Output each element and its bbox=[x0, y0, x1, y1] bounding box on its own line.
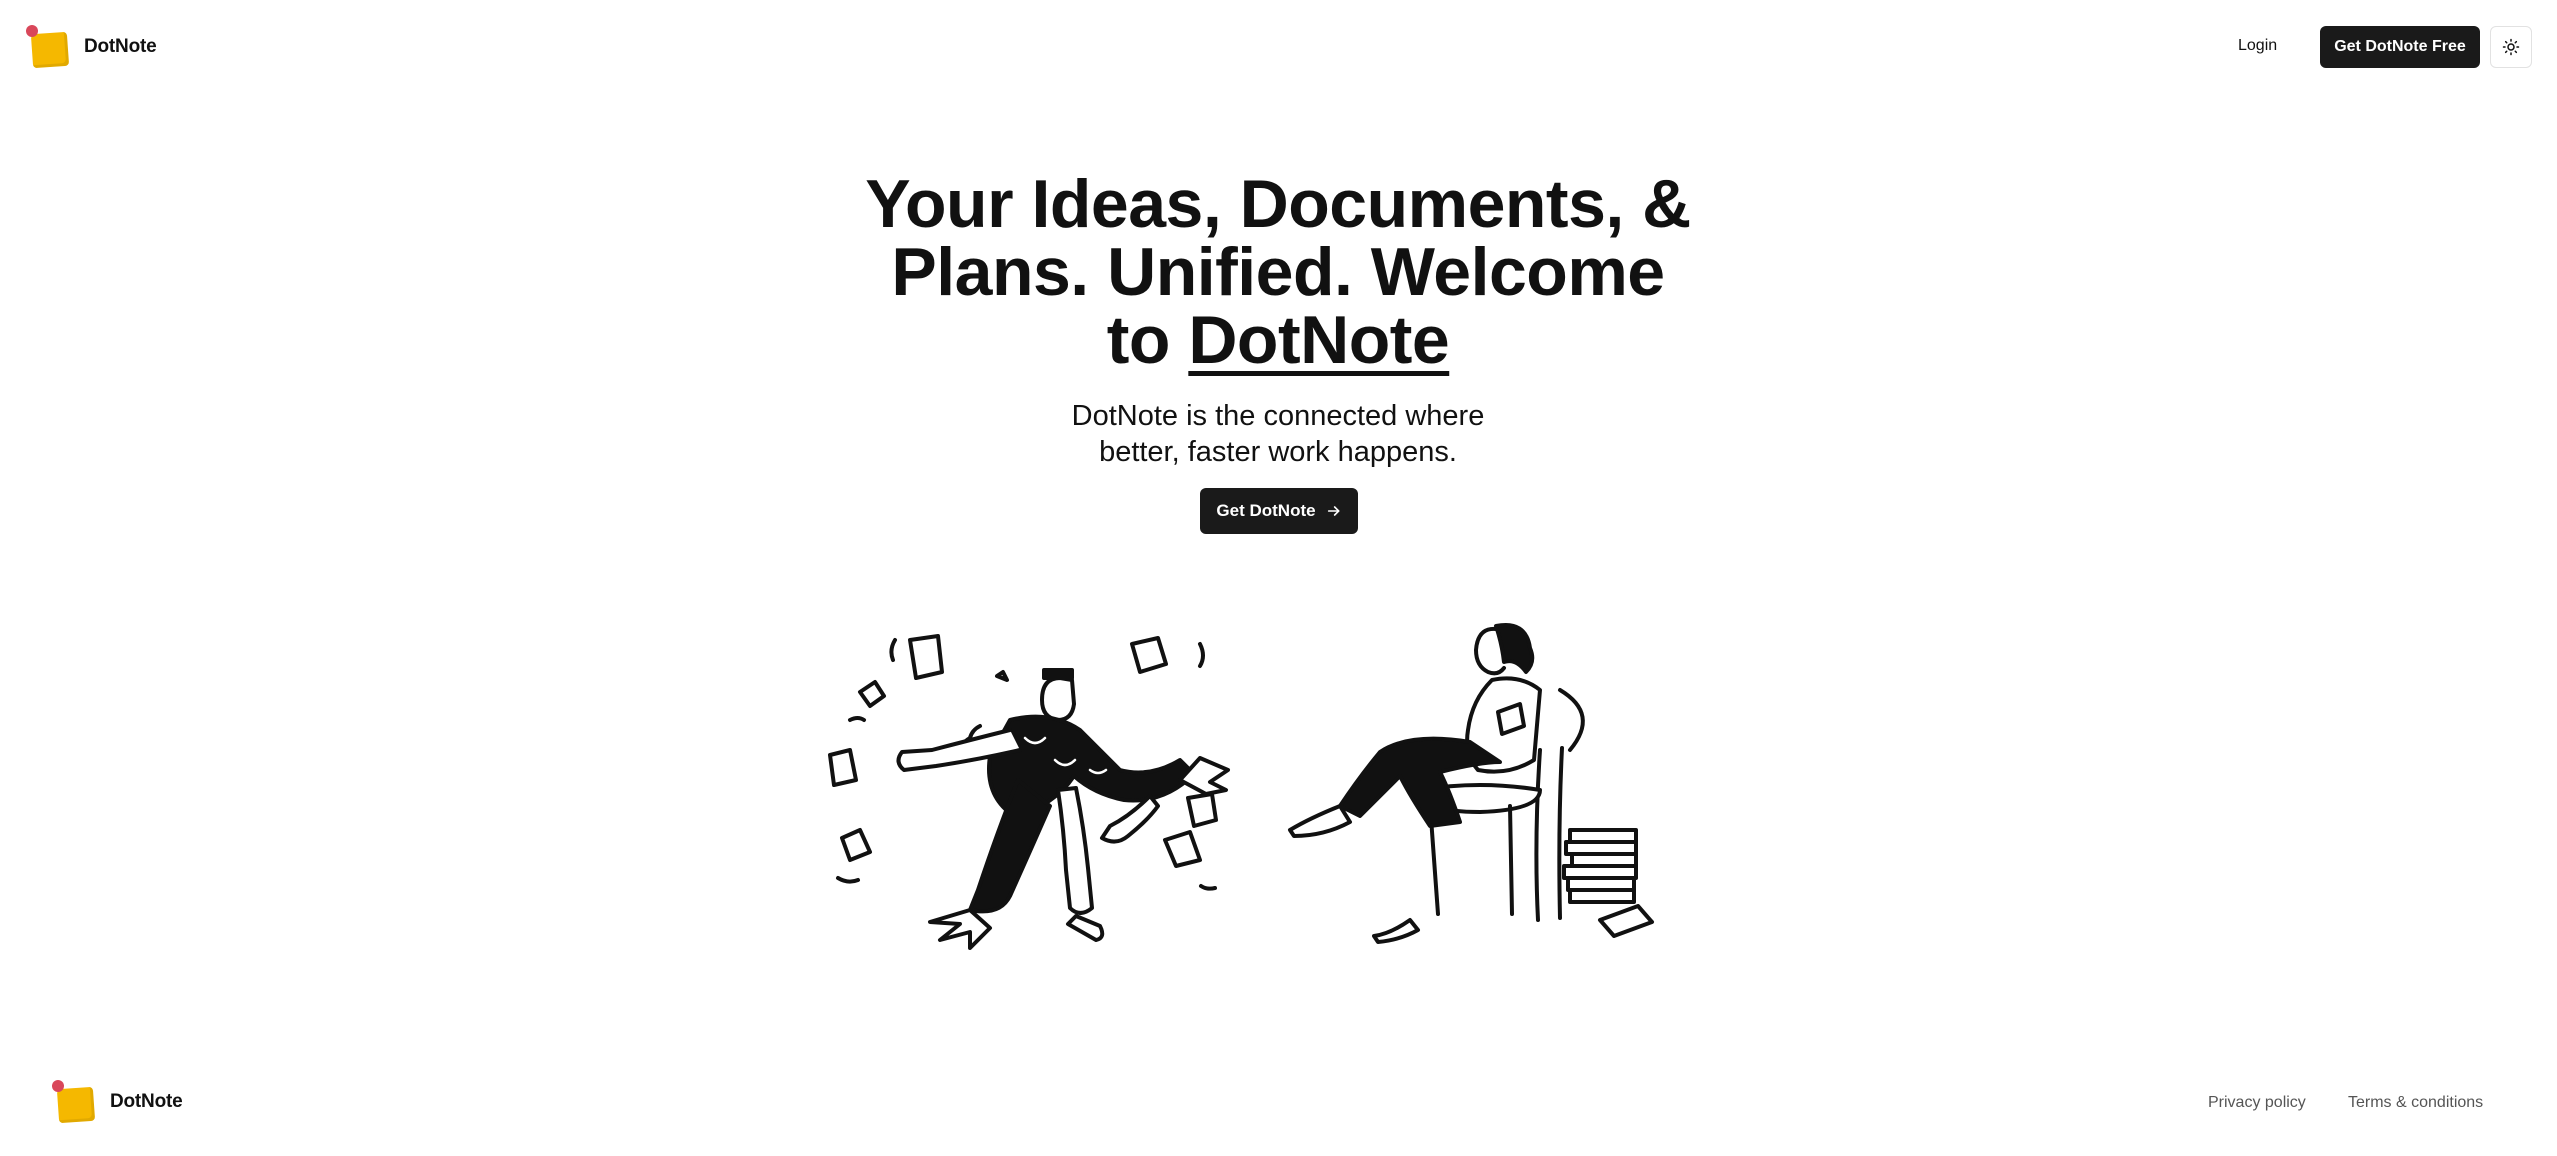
top-nav: DotNote Login Get DotNote Free bbox=[0, 0, 2557, 94]
privacy-policy-link[interactable]: Privacy policy bbox=[2208, 1094, 2306, 1112]
hero-title-line-3-prefix: to bbox=[1106, 302, 1189, 378]
footer-logo-text: DotNote bbox=[110, 1091, 183, 1112]
footer-logo[interactable]: DotNote bbox=[52, 1080, 183, 1124]
woman-reading-illustration bbox=[1288, 623, 1654, 944]
dotnote-logo-icon bbox=[26, 25, 70, 69]
hero-title-brand: DotNote bbox=[1188, 302, 1450, 378]
running-man-illustration bbox=[828, 634, 1230, 950]
hero-title-line-2: Plans. Unified. Welcome bbox=[891, 234, 1665, 310]
hero-title-line-1: Your Ideas, Documents, & bbox=[865, 166, 1691, 242]
sun-icon bbox=[2502, 38, 2520, 56]
get-dotnote-free-button[interactable]: Get DotNote Free bbox=[2320, 26, 2480, 68]
arrow-right-icon bbox=[1327, 506, 1340, 516]
dotnote-logo-icon bbox=[52, 1080, 96, 1124]
get-dotnote-button-label: Get DotNote bbox=[1216, 501, 1316, 520]
hero-title: Your Ideas, Documents, & Plans. Unified.… bbox=[778, 170, 1778, 374]
logo-text: DotNote bbox=[84, 36, 157, 57]
landing-page: DotNote Login Get DotNote Free Your Idea… bbox=[0, 0, 2557, 1156]
login-link[interactable]: Login bbox=[2238, 26, 2277, 66]
get-dotnote-button[interactable]: Get DotNote bbox=[1200, 488, 1358, 534]
header-logo[interactable]: DotNote bbox=[26, 25, 157, 69]
hero-subtitle-line-1: DotNote is the connected where bbox=[1071, 400, 1485, 432]
hero-subtitle: DotNote is the connected where better, f… bbox=[1028, 398, 1528, 470]
terms-conditions-link[interactable]: Terms & conditions bbox=[2348, 1094, 2483, 1112]
theme-toggle-button[interactable] bbox=[2490, 26, 2532, 68]
hero-subtitle-line-2: better, faster work happens. bbox=[1099, 436, 1457, 468]
footer: DotNote Privacy policy Terms & condition… bbox=[0, 1060, 2557, 1156]
